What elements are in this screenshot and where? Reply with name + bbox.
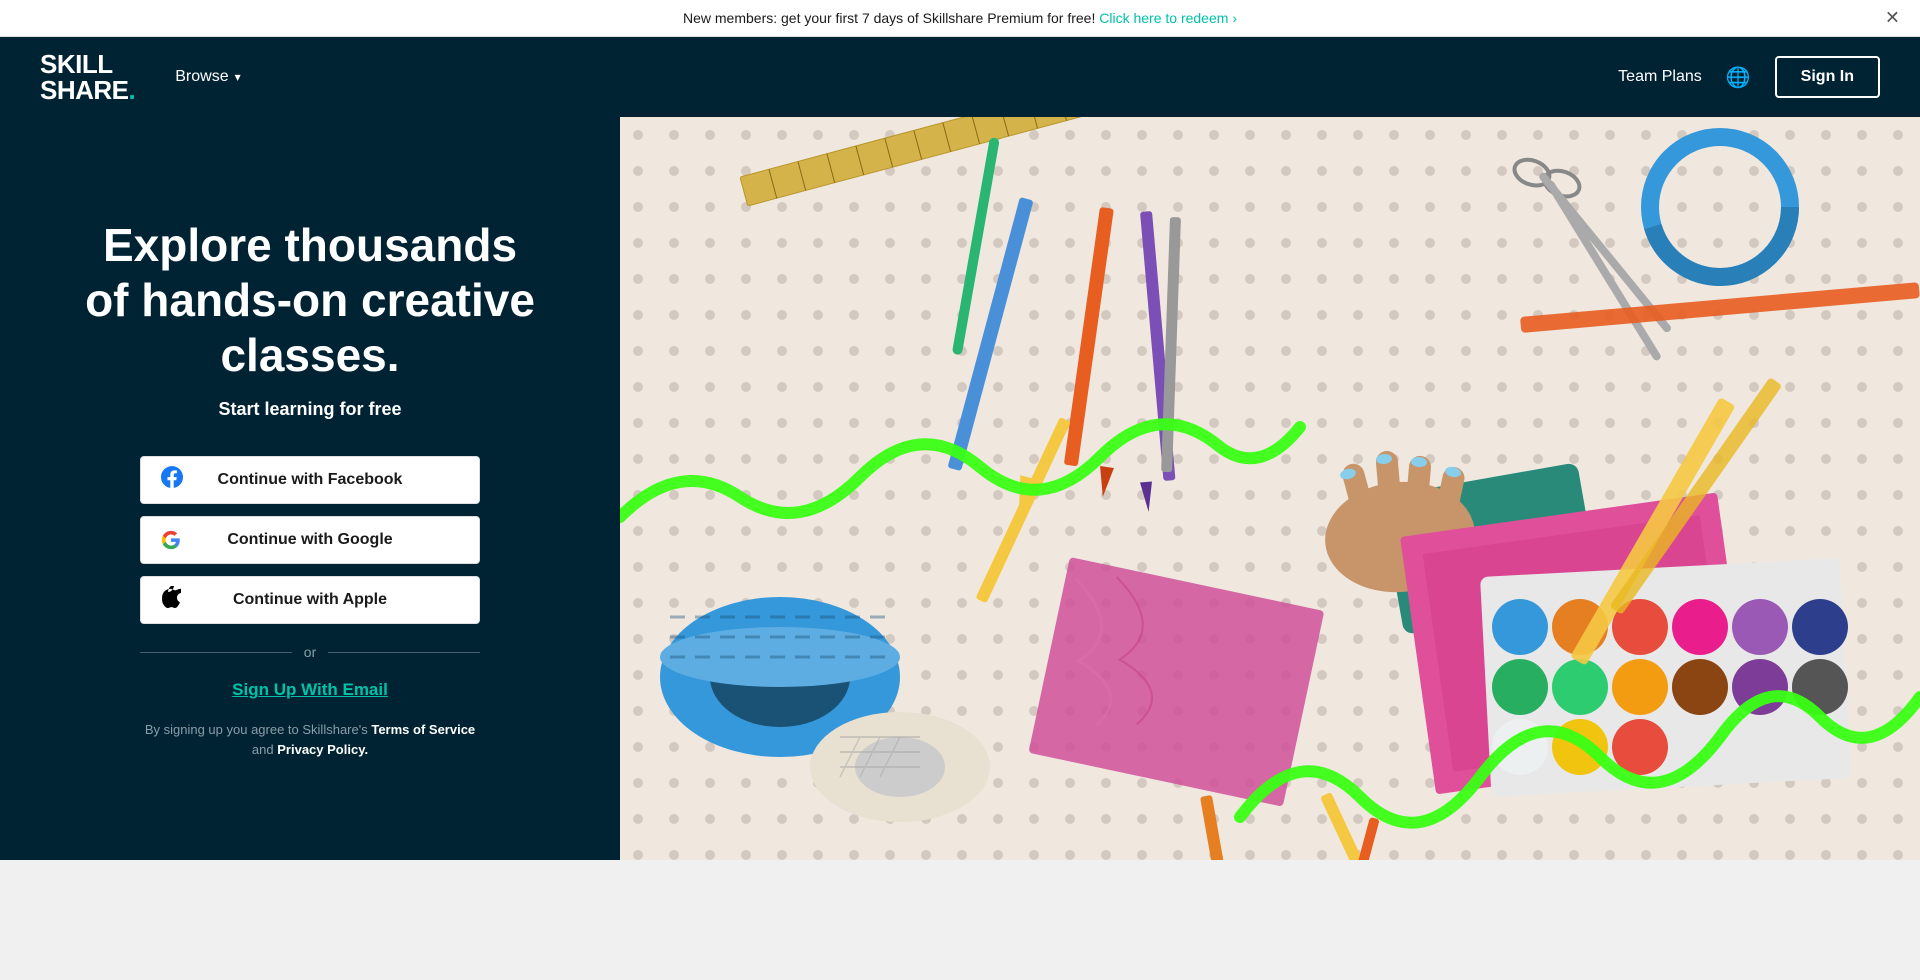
apple-button-label: Continue with Apple <box>233 591 387 609</box>
logo-bottom: SHARE. <box>40 77 135 103</box>
email-signup-button[interactable]: Sign Up With Email <box>232 680 388 700</box>
google-button[interactable]: Continue with Google <box>140 516 480 564</box>
auth-buttons: Continue with Facebook Continue with Goo… <box>140 456 480 624</box>
divider-line-left <box>140 652 292 653</box>
right-panel <box>620 117 1920 860</box>
facebook-button-label: Continue with Facebook <box>218 471 403 489</box>
announcement-close-button[interactable]: ✕ <box>1885 8 1900 29</box>
hero-title: Explore thousands of hands-on creative c… <box>80 218 540 384</box>
announcement-bar: New members: get your first 7 days of Sk… <box>0 0 1920 37</box>
main-content: Explore thousands of hands-on creative c… <box>0 117 1920 860</box>
announcement-link[interactable]: Click here to redeem › <box>1099 10 1237 26</box>
apple-button[interactable]: Continue with Apple <box>140 576 480 624</box>
facebook-icon <box>161 466 183 494</box>
header-left: SKILL SHARE. Browse ▾ <box>40 51 241 103</box>
apple-icon <box>161 586 181 614</box>
globe-icon[interactable]: 🌐 <box>1726 65 1751 90</box>
chevron-down-icon: ▾ <box>235 70 241 84</box>
header: SKILL SHARE. Browse ▾ Team Plans 🌐 Sign … <box>0 37 1920 117</box>
privacy-policy-link[interactable]: Privacy Policy. <box>277 742 368 757</box>
divider: or <box>140 644 480 660</box>
logo-top: SKILL <box>40 51 135 77</box>
sign-in-button[interactable]: Sign In <box>1775 56 1880 98</box>
team-plans-button[interactable]: Team Plans <box>1618 68 1702 86</box>
header-right: Team Plans 🌐 Sign In <box>1618 56 1880 98</box>
terms-text: By signing up you agree to Skillshare's … <box>140 720 480 759</box>
divider-text: or <box>304 644 316 660</box>
bottom-section <box>0 860 1920 980</box>
left-panel: Explore thousands of hands-on creative c… <box>0 117 620 860</box>
facebook-button[interactable]: Continue with Facebook <box>140 456 480 504</box>
hero-image <box>620 117 1920 860</box>
terms-of-service-link[interactable]: Terms of Service <box>371 722 475 737</box>
google-button-label: Continue with Google <box>227 531 392 549</box>
divider-line-right <box>328 652 480 653</box>
hero-subtitle: Start learning for free <box>218 399 401 420</box>
logo[interactable]: SKILL SHARE. <box>40 51 135 103</box>
announcement-text: New members: get your first 7 days of Sk… <box>683 10 1095 26</box>
google-icon <box>161 530 181 550</box>
browse-button[interactable]: Browse ▾ <box>175 68 240 86</box>
